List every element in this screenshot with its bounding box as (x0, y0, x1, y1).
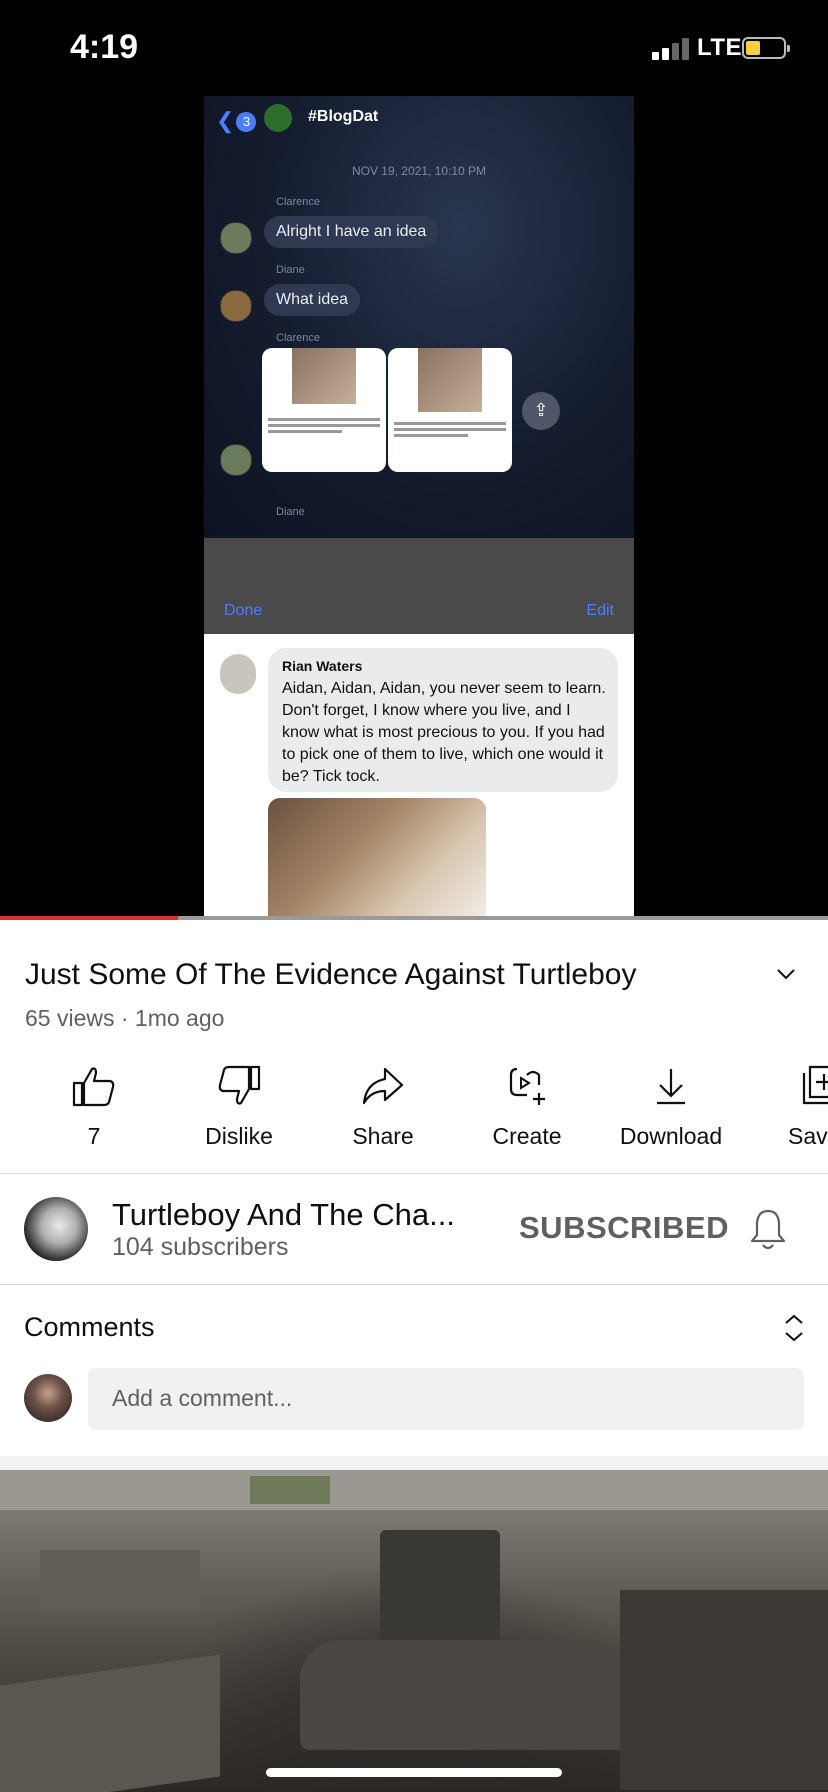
progress-remaining[interactable] (178, 916, 828, 920)
sender-avatar (220, 290, 252, 322)
sheet-header (204, 538, 634, 634)
message-sender: Clarence (276, 332, 321, 344)
post-author: Rian Waters (282, 658, 363, 674)
chat-bubble: Alright I have an idea (264, 216, 439, 248)
download-icon (657, 1069, 685, 1105)
like-button[interactable]: 7 (24, 1065, 164, 1150)
like-count: 7 (87, 1123, 101, 1149)
battery-icon (742, 37, 790, 59)
sender-avatar (220, 444, 252, 476)
edit-link: Edit (586, 602, 614, 619)
divider (0, 1173, 828, 1174)
progress-played[interactable] (0, 916, 178, 920)
chat-screen: ❮ 3 #BlogDat NOV 19, 2021, 10:10 PM Clare… (204, 96, 634, 536)
author-avatar (220, 654, 256, 694)
chat-bubble: What idea (264, 284, 361, 316)
bell-icon[interactable] (748, 1207, 788, 1251)
create-label: Create (492, 1123, 562, 1149)
create-sparkle-icon (509, 1067, 545, 1105)
save-playlist-icon (802, 1065, 828, 1105)
status-time: 4:19 (70, 28, 139, 66)
video-meta: 65 views · 1mo ago (25, 1005, 225, 1031)
download-button[interactable]: Download (601, 1065, 741, 1150)
post-text: Aidan, Aidan, Aidan, you never seem to l… (282, 680, 606, 785)
video-frame: ❮ 3 #BlogDat NOV 19, 2021, 10:10 PM Clare… (204, 96, 634, 920)
message-sender: Diane (276, 506, 305, 518)
comments-header[interactable]: Comments (24, 1312, 155, 1343)
dislike-label: Dislike (205, 1123, 273, 1149)
share-label: Share (352, 1123, 414, 1149)
video-player[interactable]: ❮ 3 #BlogDat NOV 19, 2021, 10:10 PM Clare… (0, 96, 828, 920)
dislike-button[interactable]: Dislike (169, 1065, 309, 1150)
chat-back-button: ❮ 3 (216, 108, 257, 134)
section-gap (0, 1456, 828, 1470)
thumbs-down-icon (218, 1065, 261, 1105)
share-icon: ⇪ (522, 392, 560, 430)
save-label: Sav (788, 1123, 828, 1149)
subscriber-count: 104 subscribers (112, 1233, 289, 1261)
shared-screenshot (262, 348, 386, 472)
share-button[interactable]: Share (313, 1065, 453, 1150)
shared-screenshot (388, 348, 512, 472)
comment-placeholder: Add a comment... (112, 1385, 293, 1411)
message-sender: Diane (276, 264, 305, 276)
video-title[interactable]: Just Some Of The Evidence Against Turtle… (25, 958, 636, 992)
chat-date: NOV 19, 2021, 10:10 PM (351, 164, 487, 178)
save-button[interactable]: Sav (746, 1065, 828, 1150)
share-arrow-icon (362, 1067, 404, 1105)
user-avatar (24, 1374, 72, 1422)
subscribed-button[interactable]: SUBSCRIBED (519, 1210, 729, 1246)
home-indicator[interactable] (266, 1768, 562, 1777)
chevron-down-icon[interactable] (774, 962, 798, 986)
channel-avatar[interactable] (24, 1197, 88, 1261)
channel-name[interactable]: Turtleboy And The Cha... (112, 1197, 455, 1233)
create-button[interactable]: Create (457, 1065, 597, 1150)
divider (0, 1284, 828, 1285)
download-label: Download (619, 1123, 723, 1149)
sender-avatar (220, 222, 252, 254)
done-link: Done (224, 602, 263, 619)
expand-icon[interactable] (780, 1312, 808, 1344)
network-type: LTE (697, 34, 743, 61)
signal-icon (652, 38, 694, 60)
group-avatar (264, 104, 292, 132)
post-photo (268, 798, 486, 920)
next-video-thumbnail[interactable] (0, 1470, 828, 1792)
message-sender: Clarence (276, 196, 321, 208)
status-bar: 4:19 LTE (0, 0, 828, 96)
chat-title: #BlogDat (308, 108, 379, 125)
thumbs-up-icon (72, 1067, 115, 1107)
